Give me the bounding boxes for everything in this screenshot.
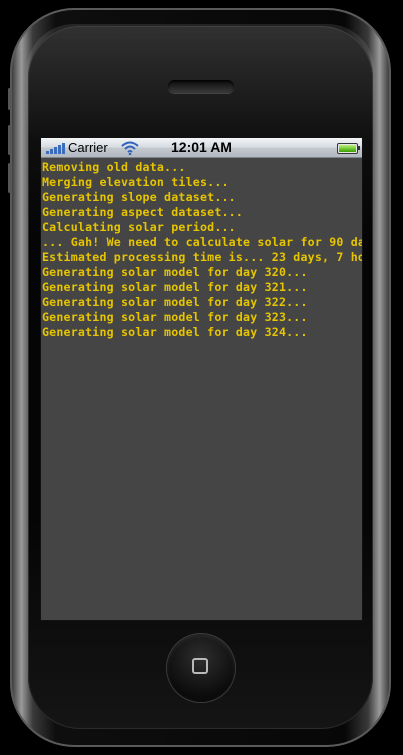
- status-bar: Carrier 12:01 AM: [41, 138, 362, 158]
- log-output: Removing old data... Merging elevation ti…: [42, 160, 362, 340]
- battery-tip: [358, 146, 360, 150]
- log-line: Estimated processing time is... 23 days,…: [42, 250, 362, 264]
- log-line: Generating solar model for day 323...: [42, 310, 308, 324]
- battery-icon: [337, 143, 358, 154]
- log-line: Generating aspect dataset...: [42, 205, 244, 219]
- log-line: Generating solar model for day 321...: [42, 280, 308, 294]
- log-line: Generating slope dataset...: [42, 190, 236, 204]
- home-square-icon: [192, 658, 208, 674]
- log-line: Removing old data...: [42, 160, 186, 174]
- log-line: Merging elevation tiles...: [42, 175, 229, 189]
- clock: 12:01 AM: [171, 139, 232, 155]
- log-line: Generating solar model for day 322...: [42, 295, 308, 309]
- screen: Carrier 12:01 AM Removing old data... Mer…: [41, 138, 362, 620]
- battery-fill: [339, 145, 356, 152]
- log-line: ... Gah! We need to calculate solar for …: [42, 235, 362, 249]
- log-line: Generating solar model for day 320...: [42, 265, 308, 279]
- log-line: Generating solar model for day 324...: [42, 325, 308, 339]
- earpiece-speaker: [168, 80, 234, 93]
- log-line: Calculating solar period...: [42, 220, 236, 234]
- volume-down-button: [8, 163, 11, 193]
- mute-switch: [8, 88, 11, 110]
- volume-up-button: [8, 125, 11, 155]
- home-button[interactable]: [167, 634, 235, 702]
